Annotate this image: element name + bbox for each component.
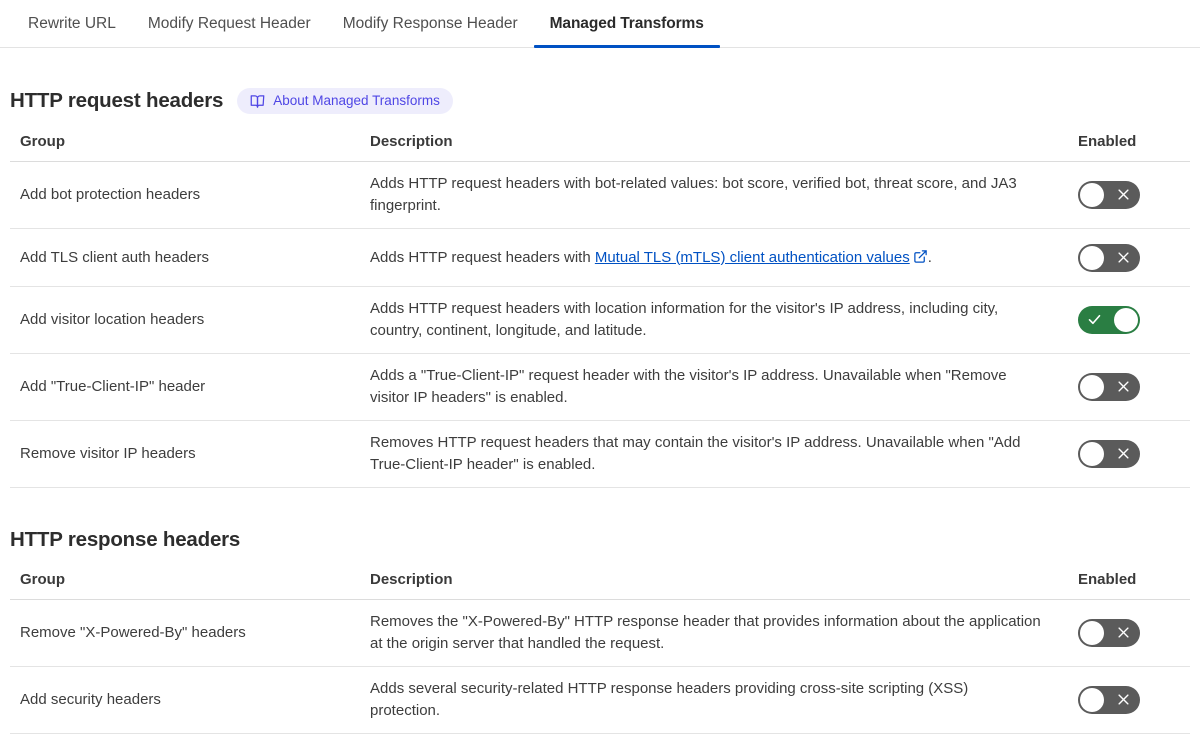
enabled-toggle[interactable]: [1078, 686, 1140, 714]
table-row: Add "True-Client-IP" header Adds a "True-…: [10, 353, 1190, 421]
table-row: Add TLS client auth headers Adds HTTP req…: [10, 228, 1190, 287]
table-row: Add visitor location headers Adds HTTP re…: [10, 286, 1190, 354]
column-header-group: Group: [10, 561, 370, 600]
group-cell: Add "True-Client-IP" header: [10, 353, 370, 421]
toggle-knob: [1080, 245, 1104, 270]
description-cell: Removes the "X-Powered-By" HTTP response…: [370, 599, 1078, 667]
table-row: Remove visitor IP headers Removes HTTP re…: [10, 420, 1190, 488]
table-row: Add bot protection headers Adds HTTP requ…: [10, 161, 1190, 229]
column-header-group: Group: [10, 123, 370, 162]
description-cell: Adds HTTP request headers with Mutual TL…: [370, 228, 1078, 287]
enabled-toggle[interactable]: [1078, 243, 1140, 272]
enabled-toggle[interactable]: [1078, 373, 1140, 401]
external-link-icon[interactable]: [910, 249, 928, 266]
column-header-description: Description: [370, 123, 1078, 162]
enabled-cell: [1078, 161, 1190, 229]
enabled-toggle[interactable]: [1078, 619, 1140, 647]
column-header-description: Description: [370, 561, 1078, 600]
toggle-knob: [1080, 183, 1104, 207]
column-header-enabled: Enabled: [1078, 123, 1190, 162]
enabled-toggle[interactable]: [1078, 306, 1140, 334]
x-icon: [1116, 187, 1131, 202]
about-managed-transforms-link[interactable]: About Managed Transforms: [237, 88, 453, 114]
group-cell: Add security headers: [10, 666, 370, 734]
toggle-knob: [1080, 442, 1104, 466]
description-text: .: [927, 248, 932, 266]
x-icon: [1116, 250, 1131, 265]
book-icon: [250, 94, 265, 109]
enabled-cell: [1078, 666, 1190, 734]
response-headers-table: Group Description Enabled Remove "X-Powe…: [10, 561, 1190, 734]
x-icon: [1116, 692, 1131, 707]
table-row: Add security headers Adds several securit…: [10, 666, 1190, 734]
group-cell: Add visitor location headers: [10, 286, 370, 354]
group-cell: Add TLS client auth headers: [10, 228, 370, 287]
enabled-cell: [1078, 353, 1190, 421]
enabled-toggle[interactable]: [1078, 181, 1140, 209]
request-headers-table: Group Description Enabled Add bot protec…: [10, 123, 1190, 488]
request-headers-section: HTTP request headers About Managed Trans…: [10, 88, 1190, 488]
description-cell: Adds HTTP request headers with bot-relat…: [370, 161, 1078, 229]
tab-modify-response-header[interactable]: Modify Response Header: [327, 0, 534, 47]
description-text: Adds HTTP request headers with: [370, 248, 595, 266]
enabled-cell: [1078, 286, 1190, 354]
tab-bar: Rewrite URL Modify Request Header Modify…: [0, 0, 1200, 48]
table-header-row: Group Description Enabled: [10, 123, 1190, 162]
table-header-row: Group Description Enabled: [10, 561, 1190, 600]
request-headers-title: HTTP request headers: [10, 89, 224, 112]
description-cell: Removes HTTP request headers that may co…: [370, 420, 1078, 488]
table-row: Remove "X-Powered-By" headers Removes the…: [10, 599, 1190, 667]
enabled-cell: [1078, 599, 1190, 667]
description-cell: Adds HTTP request headers with location …: [370, 286, 1078, 354]
managed-transforms-panel: HTTP request headers About Managed Trans…: [0, 88, 1200, 734]
description-cell: Adds several security-related HTTP respo…: [370, 666, 1078, 734]
about-managed-transforms-label: About Managed Transforms: [273, 93, 440, 108]
toggle-knob: [1080, 688, 1104, 712]
description-cell: Adds a "True-Client-IP" request header w…: [370, 353, 1078, 421]
toggle-knob: [1114, 308, 1138, 332]
group-cell: Remove "X-Powered-By" headers: [10, 599, 370, 667]
group-cell: Remove visitor IP headers: [10, 420, 370, 488]
enabled-toggle[interactable]: [1078, 440, 1140, 468]
column-header-enabled: Enabled: [1078, 561, 1190, 600]
tab-managed-transforms[interactable]: Managed Transforms: [533, 0, 720, 48]
response-headers-section: HTTP response headers Group Description …: [10, 528, 1190, 734]
x-icon: [1116, 379, 1131, 394]
group-cell: Add bot protection headers: [10, 161, 370, 229]
mtls-docs-link[interactable]: Mutual TLS (mTLS) client authentication …: [595, 249, 910, 266]
tab-rewrite-url[interactable]: Rewrite URL: [12, 0, 132, 47]
response-headers-title: HTTP response headers: [10, 528, 241, 551]
enabled-cell: [1078, 420, 1190, 488]
x-icon: [1116, 446, 1131, 461]
toggle-knob: [1080, 621, 1104, 645]
x-icon: [1116, 625, 1131, 640]
check-icon: [1087, 312, 1102, 327]
tab-modify-request-header[interactable]: Modify Request Header: [132, 0, 327, 47]
toggle-knob: [1080, 375, 1104, 399]
enabled-cell: [1078, 228, 1190, 287]
